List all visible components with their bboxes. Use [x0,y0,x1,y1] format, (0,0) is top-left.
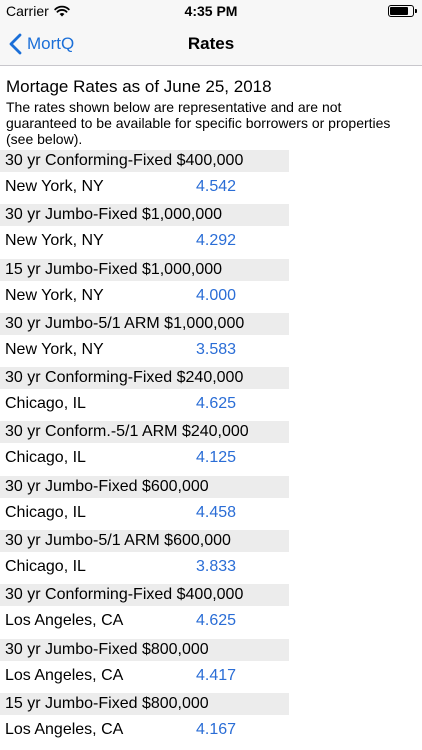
rate-section-header: 30 yr Jumbo-5/1 ARM $1,000,000 [0,312,289,335]
rate-row[interactable]: New York, NY 4.000 [0,281,422,311]
rate-city: Chicago, IL [5,449,86,467]
rate-row[interactable]: Chicago, IL 3.833 [0,552,422,582]
rate-city: Los Angeles, CA [5,720,124,738]
rate-value: 4.167 [196,720,237,738]
rate-row[interactable]: Los Angeles, CA 4.625 [0,606,422,636]
rate-value: 4.625 [196,395,237,413]
rate-value: 4.625 [196,612,237,630]
rates-content[interactable]: Mortage Rates as of June 25, 2018 The ra… [0,66,422,745]
rate-section-header: 30 yr Conform.-5/1 ARM $240,000 [0,421,289,444]
page-heading: Mortage Rates as of June 25, 2018 [6,77,272,96]
rate-section-header: 15 yr Jumbo-Fixed $1,000,000 [0,258,289,281]
rate-city: Chicago, IL [5,395,86,413]
rate-value: 4.000 [196,286,237,304]
rate-value: 4.417 [196,666,237,684]
status-time: 4:35 PM [184,3,238,19]
navigation-bar: MortQ Rates [0,22,422,66]
rate-row[interactable]: Chicago, IL 4.625 [0,389,422,419]
status-bar: Carrier 4:35 PM [0,0,422,22]
rate-value: 4.292 [196,232,237,250]
nav-title: Rates [187,34,235,53]
rate-row[interactable]: New York, NY 3.583 [0,335,422,365]
rate-row[interactable]: New York, NY 4.292 [0,226,422,256]
rate-section-header: 30 yr Conforming-Fixed $400,000 [0,584,289,607]
battery-level [390,7,409,15]
rate-row[interactable]: New York, NY 4.542 [0,172,422,202]
rate-city: Los Angeles, CA [5,612,124,630]
rate-section-header: 30 yr Jumbo-5/1 ARM $600,000 [0,530,289,553]
rate-section-header: 30 yr Jumbo-Fixed $1,000,000 [0,204,289,227]
battery-icon [388,5,417,17]
rate-value: 3.583 [196,340,237,358]
rate-section-header: 30 yr Conforming-Fixed $240,000 [0,367,289,390]
rate-section-header: 15 yr Jumbo-Fixed $800,000 [0,692,289,715]
rate-city: New York, NY [5,232,104,250]
rate-section-header: 30 yr Jumbo-Fixed $800,000 [0,638,289,661]
rate-city: New York, NY [5,340,104,358]
rate-section-header: 30 yr Jumbo-Fixed $600,000 [0,475,289,498]
rate-city: New York, NY [5,178,104,195]
rate-city: Los Angeles, CA [5,666,124,684]
rate-value: 3.833 [196,558,237,576]
rate-value: 4.542 [196,178,237,195]
rate-row[interactable]: Chicago, IL 4.125 [0,443,422,473]
rate-row[interactable]: Chicago, IL 4.458 [0,498,422,528]
rates-list: 30 yr Conforming-Fixed $400,000 New York,… [0,150,422,745]
disclaimer-text: The rates shown below are representative… [6,99,391,147]
rate-value: 4.458 [196,503,237,521]
rate-row[interactable]: Los Angeles, CA 4.167 [0,715,422,745]
rate-value: 4.125 [196,449,237,467]
rate-row[interactable]: Los Angeles, CA 4.417 [0,661,422,691]
status-right [388,5,417,17]
rate-city: Chicago, IL [5,503,86,521]
rate-city: New York, NY [5,286,104,304]
rate-section-header: 30 yr Conforming-Fixed $400,000 [0,150,289,172]
rate-city: Chicago, IL [5,558,86,576]
